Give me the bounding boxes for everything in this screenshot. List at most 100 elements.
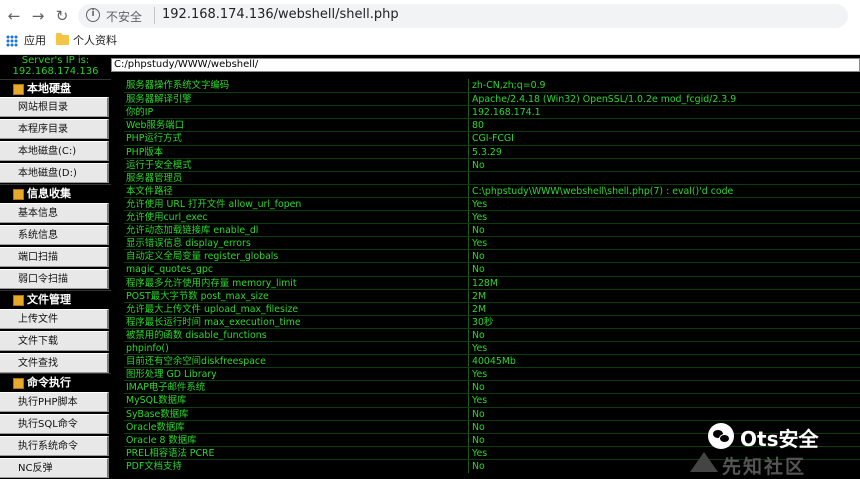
arrow-left-icon[interactable]: ← — [4, 6, 24, 26]
section-title: 信息收集 — [27, 187, 71, 200]
cell-divider — [468, 394, 469, 408]
row-value: zh-CN,zh;q=0.9 — [472, 80, 546, 91]
table-row: 允许使用 URL 打开文件 allow_url_fopen Yes — [124, 196, 860, 211]
row-value: 40045Mb — [472, 356, 516, 368]
row-value: 192.168.174.1 — [472, 107, 541, 119]
row-value: 2M — [472, 303, 487, 315]
row-key: 允许使用 URL 打开文件 allow_url_fopen — [126, 198, 302, 210]
bookmark-apps[interactable]: 应用 — [24, 33, 46, 49]
row-key: 程序最多允许使用内存量 memory_limit — [126, 277, 297, 289]
cell-divider — [468, 132, 469, 146]
row-value: Yes — [472, 198, 488, 210]
table-row: 允许使用curl_exec Yes — [124, 210, 860, 224]
row-key: Oracle数据库 — [126, 421, 185, 433]
server-ip-block: Server's IP is: 192.168.174.136 — [0, 55, 111, 77]
table-row: POST最大字节数 post_max_size 2M — [124, 288, 860, 303]
sidebar-item-nc-reverse[interactable]: NC反弹 — [0, 458, 109, 478]
row-value: Yes — [472, 238, 488, 250]
sidebar-item-exec-php[interactable]: 执行PHP脚本 — [0, 392, 109, 412]
url-text[interactable]: 192.168.174.136/webshell/shell.php — [162, 7, 399, 22]
row-value: No — [472, 159, 485, 171]
table-row: 服务器解译引擎 Apache/2.4.18 (Win32) OpenSSL/1.0… — [124, 92, 860, 107]
row-key: Oracle 8 数据库 — [126, 434, 197, 446]
cell-divider — [468, 459, 469, 473]
row-key: 服务器操作系统文字编码 — [126, 80, 230, 91]
cell-divider — [468, 119, 469, 133]
row-value: C:\phpstudy\WWW\webshell\shell.php(7) : … — [472, 185, 734, 197]
table-row: 图形处理 GD Library Yes — [124, 367, 860, 382]
cell-divider — [468, 224, 469, 238]
table-row: 服务器管理员 — [124, 170, 860, 185]
row-key: 目前还有空余空间diskfreespace — [126, 356, 266, 368]
section-icon — [13, 189, 24, 200]
server-ip-value: 192.168.174.136 — [12, 66, 99, 77]
sidebar-item-weak-password[interactable]: 弱口令扫描 — [0, 269, 109, 289]
sidebar-item-system-info[interactable]: 系统信息 — [0, 225, 109, 245]
section-icon — [13, 295, 24, 306]
row-value: No — [472, 251, 485, 263]
reload-icon[interactable]: ↻ — [52, 6, 72, 26]
row-value: Yes — [472, 212, 488, 223]
xz-logo-icon — [690, 452, 718, 472]
sidebar-item-disk-d[interactable]: 本地磁盘(D:) — [0, 163, 109, 183]
section-file-manage[interactable]: 文件管理 — [0, 290, 111, 309]
wechat-logo-icon — [708, 423, 734, 449]
row-key: PREL相容语法 PCRE — [126, 447, 215, 459]
sidebar-item-port-scan[interactable]: 端口扫描 — [0, 247, 109, 267]
cell-divider — [468, 184, 469, 198]
row-value: Yes — [472, 395, 488, 407]
row-key: Web服务端口 — [126, 120, 184, 132]
table-row: 显示错误信息 display_errors Yes — [124, 236, 860, 251]
row-key: 被禁用的函数 disable_functions — [126, 329, 267, 341]
arrow-right-icon[interactable]: → — [28, 6, 48, 26]
cell-divider — [468, 381, 469, 395]
table-row: MySQL数据库 Yes — [124, 393, 860, 408]
row-value: 80 — [472, 120, 484, 132]
row-key: POST最大字节数 post_max_size — [126, 290, 269, 302]
row-key: 运行于安全模式 — [126, 159, 192, 171]
table-row: 服务器操作系统文字编码 zh-CN,zh;q=0.9 — [124, 79, 860, 92]
table-row: magic_quotes_gpc No — [124, 262, 860, 277]
table-row: IMAP电子邮件系统 No — [124, 380, 860, 395]
row-value: No — [472, 434, 485, 446]
section-info-gather[interactable]: 信息收集 — [0, 184, 111, 203]
cell-divider — [468, 158, 469, 172]
row-key: 允许使用curl_exec — [126, 212, 208, 223]
sidebar-item-find[interactable]: 文件查找 — [0, 353, 109, 373]
section-command-exec[interactable]: 命令执行 — [0, 373, 111, 392]
cell-divider — [468, 315, 469, 329]
sidebar-item-download[interactable]: 文件下载 — [0, 331, 109, 351]
cell-divider — [468, 93, 469, 107]
sidebar-item-exec-system[interactable]: 执行系统命令 — [0, 436, 109, 456]
server-ip-label: Server's IP is: — [21, 55, 90, 66]
table-row: 程序最多允许使用内存量 memory_limit 128M — [124, 275, 860, 290]
table-row: 允许最大上传文件 upload_max_filesize 2M — [124, 301, 860, 316]
info-icon[interactable]: i — [86, 8, 100, 22]
section-icon — [13, 378, 24, 389]
section-local-disk[interactable]: 本地硬盘 — [0, 79, 111, 98]
apps-grid-icon[interactable] — [6, 35, 18, 47]
section-icon — [13, 84, 24, 95]
sidebar-item-basic-info[interactable]: 基本信息 — [0, 203, 109, 223]
sidebar-item-program-dir[interactable]: 本程序目录 — [0, 119, 109, 139]
table-row: 被禁用的函数 disable_functions No — [124, 327, 860, 342]
sidebar-item-exec-sql[interactable]: 执行SQL命令 — [0, 414, 109, 434]
cell-divider — [468, 289, 469, 303]
row-value: Yes — [472, 369, 488, 381]
row-value: No — [472, 460, 485, 472]
sidebar-item-disk-c[interactable]: 本地磁盘(C:) — [0, 141, 109, 161]
sidebar-item-upload[interactable]: 上传文件 — [0, 309, 109, 329]
table-row: 程序最长运行时间 max_execution_time 30秒 — [124, 314, 860, 329]
row-key: 显示错误信息 display_errors — [126, 238, 251, 250]
section-title: 本地硬盘 — [27, 82, 71, 95]
row-value: Yes — [472, 447, 488, 459]
path-input[interactable]: C:/phpstudy/WWW/webshell/ — [111, 58, 860, 72]
row-value: CGI-FCGI — [472, 133, 514, 145]
table-row: PHP版本 5.3.29 — [124, 144, 860, 159]
sidebar-item-web-root[interactable]: 网站根目录 — [0, 97, 109, 117]
row-value: No — [472, 329, 485, 341]
cell-divider — [468, 145, 469, 159]
address-bar[interactable]: i 不安全 192.168.174.136/webshell/shell.php — [78, 4, 848, 28]
row-value: No — [472, 408, 485, 420]
bookmark-profile[interactable]: 个人资料 — [73, 33, 117, 49]
